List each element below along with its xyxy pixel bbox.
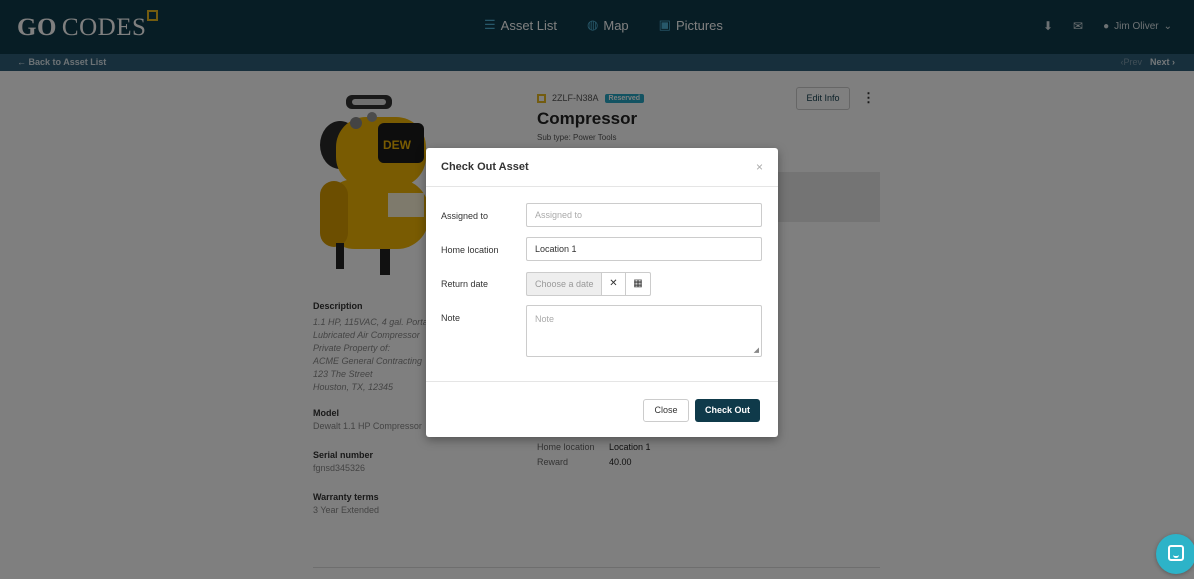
check-out-modal: Check Out Asset × Assigned to Assigned t…: [426, 148, 778, 437]
modal-title: Check Out Asset: [441, 161, 529, 173]
close-button[interactable]: Close: [643, 399, 689, 422]
calendar-icon[interactable]: ▦: [626, 272, 651, 296]
close-icon[interactable]: ×: [756, 160, 763, 174]
assigned-to-label: Assigned to: [441, 211, 489, 221]
check-out-button[interactable]: Check Out: [695, 399, 760, 422]
home-location-input[interactable]: Location 1: [526, 237, 762, 261]
clear-date-icon[interactable]: ✕: [601, 272, 626, 296]
return-date-input[interactable]: Choose a date: [526, 272, 601, 296]
resize-handle-icon[interactable]: ◢: [754, 346, 759, 354]
note-textarea[interactable]: Note ◢: [526, 305, 762, 357]
note-label: Note: [441, 313, 461, 323]
note-placeholder: Note: [535, 314, 555, 324]
chat-launcher-button[interactable]: [1156, 534, 1194, 574]
return-date-label: Return date: [441, 279, 489, 289]
chat-icon: [1168, 545, 1184, 561]
return-date-control: Choose a date ✕ ▦: [526, 272, 651, 296]
home-location-label: Home location: [441, 245, 499, 255]
modal-header: Check Out Asset ×: [426, 148, 778, 187]
modal-footer: Close Check Out: [426, 381, 778, 437]
assigned-to-input[interactable]: Assigned to: [526, 203, 762, 227]
